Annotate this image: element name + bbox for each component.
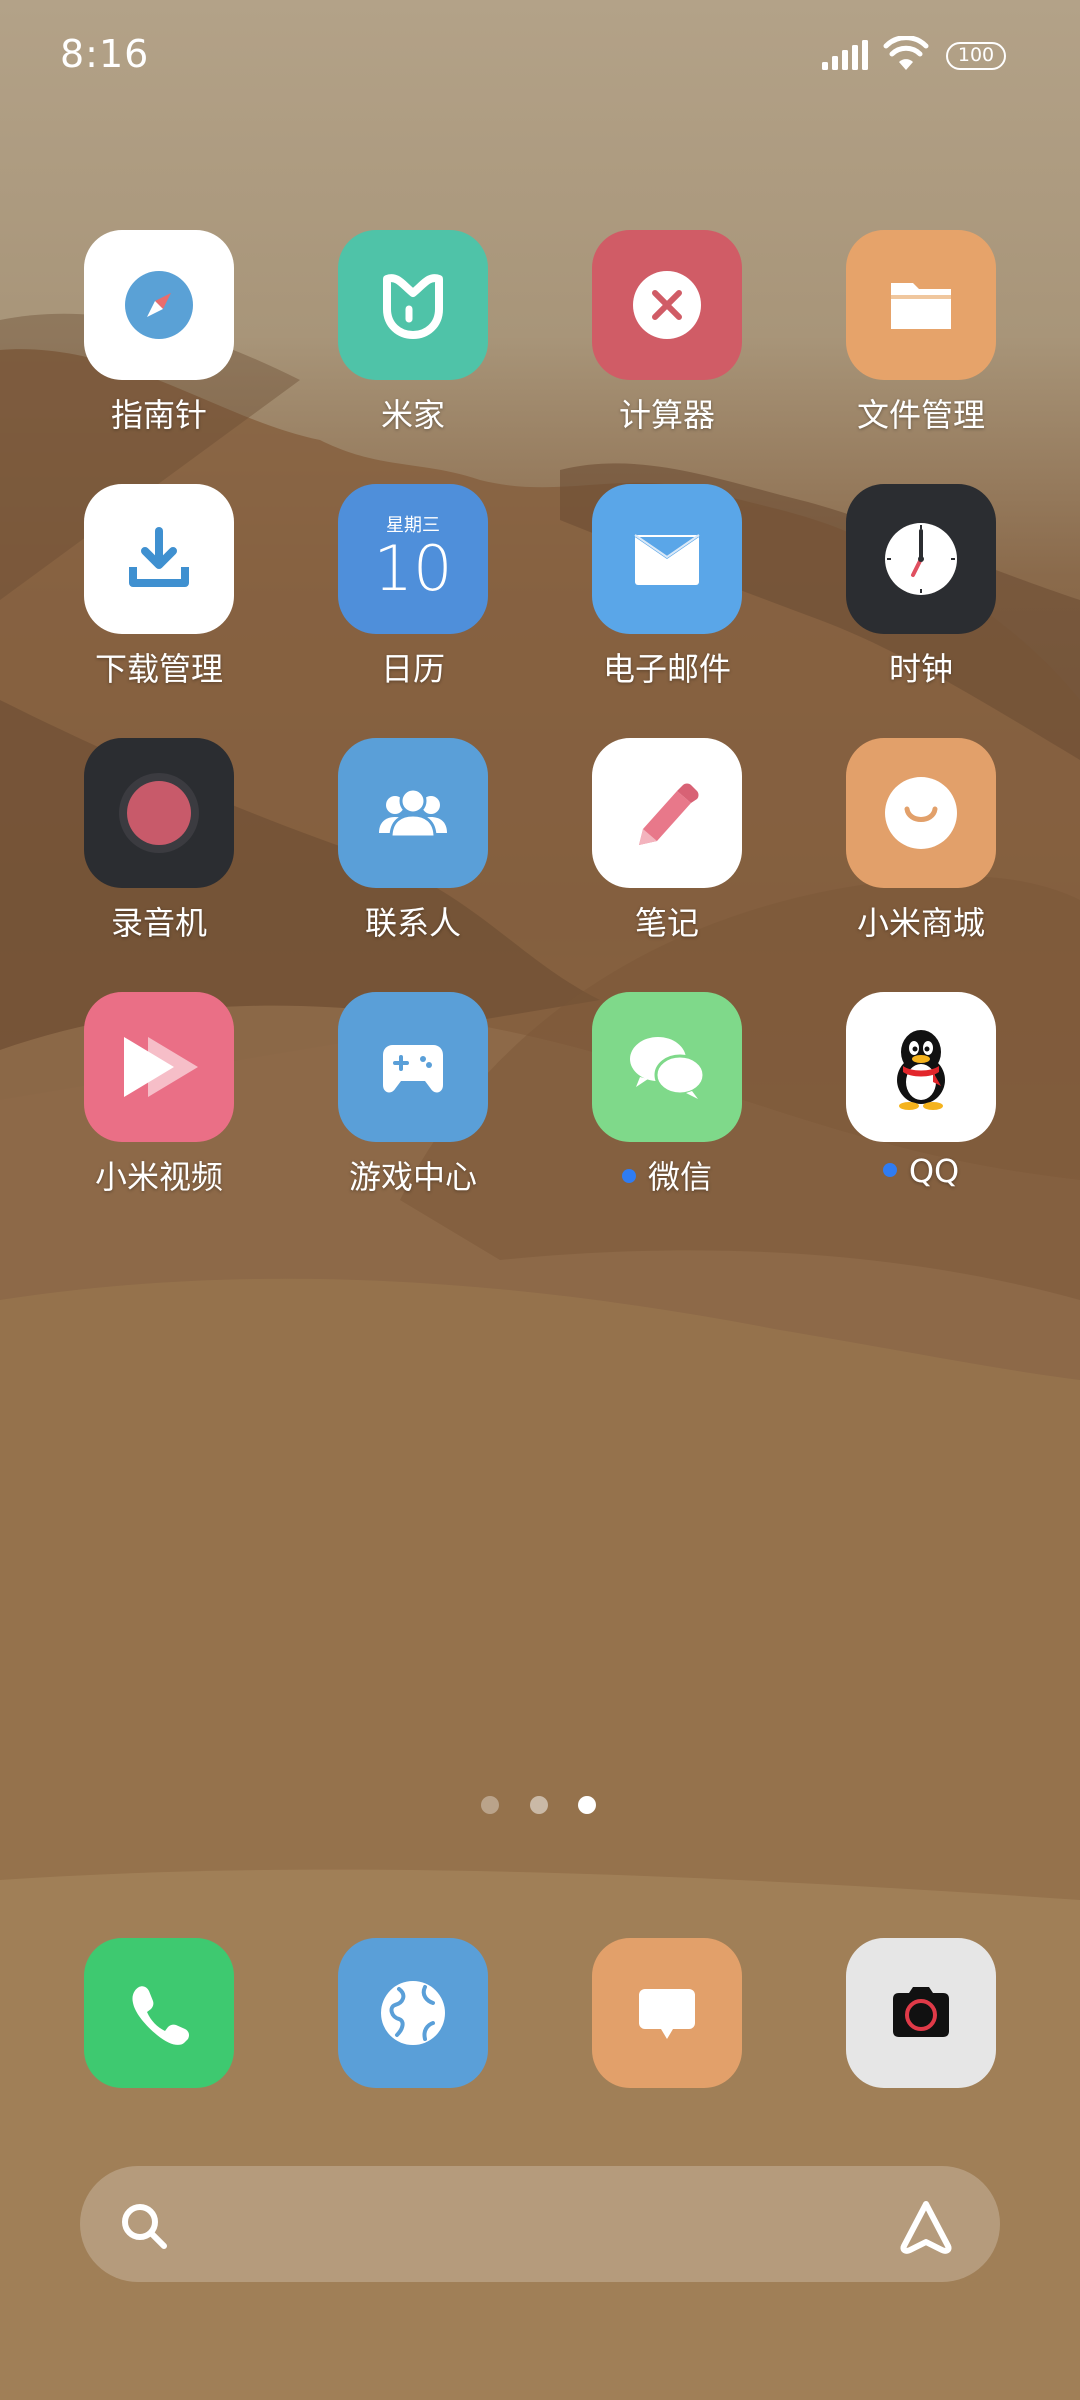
wifi-icon (883, 36, 929, 70)
search-icon (122, 2204, 167, 2249)
app-mi-store[interactable]: 小米商城 (816, 738, 1026, 968)
page-indicator (0, 1796, 1080, 1816)
app-game-center[interactable]: 游戏中心 (308, 992, 518, 1222)
page-dot[interactable] (530, 1796, 548, 1814)
recorder-icon (84, 738, 234, 888)
app-file-manager[interactable]: 文件管理 (816, 230, 1026, 460)
download-icon (84, 484, 234, 634)
page-dot[interactable] (481, 1796, 499, 1814)
app-label: 文件管理 (856, 396, 985, 434)
app-label: 时钟 (888, 650, 953, 688)
folder-icon (846, 230, 996, 380)
app-label: 下载管理 (94, 650, 223, 688)
assistant-icon[interactable] (896, 2198, 956, 2254)
notification-dot (621, 1169, 636, 1183)
app-label: 指南针 (110, 396, 207, 434)
dock-camera[interactable] (816, 1938, 1026, 2168)
app-compass[interactable]: 指南针 (54, 230, 264, 460)
app-download-manager[interactable]: 下载管理 (54, 484, 264, 714)
app-mi-video[interactable]: 小米视频 (54, 992, 264, 1222)
app-notes[interactable]: 笔记 (562, 738, 772, 968)
mail-icon (592, 484, 742, 634)
dock-messages[interactable] (562, 1938, 772, 2168)
smile-icon (846, 738, 996, 888)
app-calculator[interactable]: 计算器 (562, 230, 772, 460)
app-label: 录音机 (110, 904, 207, 942)
wechat-icon (592, 992, 742, 1142)
dock-browser[interactable] (308, 1938, 518, 2168)
status-time: 8:16 (60, 32, 150, 76)
app-label: QQ (816, 1152, 1026, 1190)
app-mijia[interactable]: 米家 (308, 230, 518, 460)
gamepad-icon (338, 992, 488, 1142)
calendar-day: 10 (373, 532, 453, 605)
app-label: 游戏中心 (348, 1158, 477, 1196)
clock-icon (846, 484, 996, 634)
app-label: 小米视频 (94, 1158, 223, 1196)
app-label: 联系人 (364, 904, 461, 942)
calendar-icon: 星期三 10 (338, 484, 488, 634)
camera-icon (846, 1938, 996, 2088)
app-label: 计算器 (618, 396, 715, 434)
message-icon (592, 1938, 742, 2088)
play-icon (84, 992, 234, 1142)
app-qq[interactable]: QQ (816, 992, 1026, 1222)
phone-icon (84, 1938, 234, 2088)
globe-icon (338, 1938, 488, 2088)
app-contacts[interactable]: 联系人 (308, 738, 518, 968)
page-dot-active[interactable] (578, 1796, 596, 1814)
app-clock[interactable]: 时钟 (816, 484, 1026, 714)
app-recorder[interactable]: 录音机 (54, 738, 264, 968)
calculator-icon (592, 230, 742, 380)
mijia-icon (338, 230, 488, 380)
app-label: 米家 (380, 396, 445, 434)
app-label: 日历 (380, 650, 445, 688)
search-bar[interactable] (80, 2166, 1000, 2282)
app-calendar[interactable]: 星期三 10 日历 (308, 484, 518, 714)
app-wechat[interactable]: 微信 (562, 992, 772, 1222)
notification-dot (882, 1163, 897, 1177)
dock-phone[interactable] (54, 1938, 264, 2168)
signal-strength-icon (822, 40, 868, 70)
app-label: 笔记 (634, 904, 699, 942)
battery-icon: 100 (946, 42, 1006, 70)
app-label: 小米商城 (856, 904, 985, 942)
pencil-icon (592, 738, 742, 888)
status-bar: 8:16 100 (0, 0, 1080, 110)
contacts-icon (338, 738, 488, 888)
app-label: 微信 (562, 1152, 772, 1198)
app-email[interactable]: 电子邮件 (562, 484, 772, 714)
compass-icon (84, 230, 234, 380)
app-label: 电子邮件 (602, 650, 731, 688)
qq-penguin-icon (846, 992, 996, 1142)
